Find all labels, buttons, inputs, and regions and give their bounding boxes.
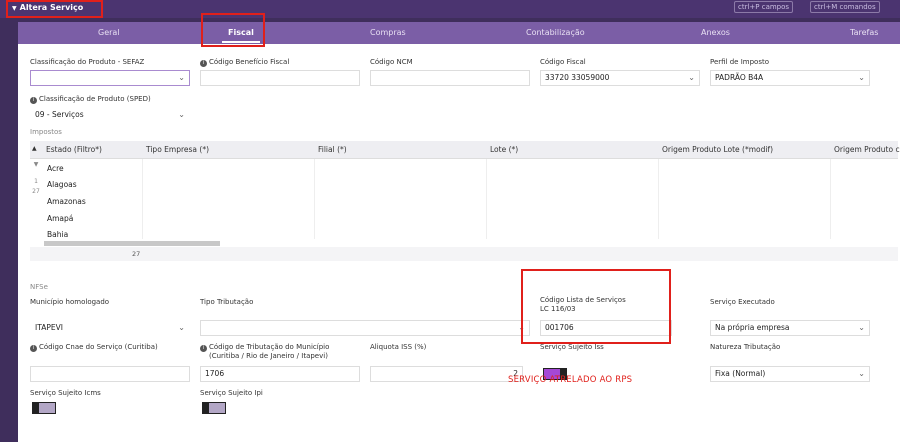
chevron-down-icon: ⌄ bbox=[178, 323, 185, 332]
grid-footer: 27 bbox=[30, 247, 898, 261]
row-number-top: 1 bbox=[34, 178, 38, 185]
chevron-down-icon: ⌄ bbox=[688, 73, 695, 82]
chevron-down-icon: ⌄ bbox=[178, 73, 185, 82]
classificacao-sefaz-label: Classificação do Produto - SEFAZ bbox=[30, 58, 145, 66]
grid-separator bbox=[658, 159, 659, 239]
app-window: ▼ Altera Serviço ctrl+P campos ctrl+M com… bbox=[0, 0, 900, 442]
codigo-tributacao-input[interactable]: 1706 bbox=[200, 366, 360, 382]
servico-sujeito-ipi-label: Serviço Sujeito Ipi bbox=[200, 389, 263, 397]
chevron-down-icon: ⌄ bbox=[858, 323, 865, 332]
column-origem-produto-lote[interactable]: Origem Produto Lote (*modif) bbox=[662, 145, 773, 154]
grid-row-count: 27 bbox=[132, 250, 141, 258]
sort-asc-icon[interactable]: ▲ bbox=[32, 145, 37, 152]
highlight-box-window-title bbox=[6, 0, 103, 18]
info-icon: i bbox=[30, 345, 37, 352]
municipio-select[interactable]: ITAPEVI ⌄ bbox=[30, 320, 190, 336]
servico-sujeito-icms-toggle[interactable] bbox=[32, 402, 56, 414]
column-estado[interactable]: Estado (Filtro*) bbox=[46, 145, 102, 154]
tab-tarefas[interactable]: Tarefas bbox=[850, 28, 878, 37]
highlight-box-fiscal-tab bbox=[201, 13, 265, 47]
grid-separator bbox=[314, 159, 315, 239]
classificacao-sefaz-select[interactable]: ⌄ bbox=[30, 70, 190, 86]
classificacao-sped-select[interactable]: 09 - Serviços ⌄ bbox=[30, 107, 190, 123]
classificacao-sped-label: i Classificação de Produto (SPED) bbox=[30, 95, 151, 104]
column-filial[interactable]: Filial (*) bbox=[318, 145, 347, 154]
codigo-tributacao-label: i Código de Tributação do Município (Curit… bbox=[200, 343, 329, 361]
servico-executado-label: Serviço Executado bbox=[710, 298, 775, 306]
chevron-down-icon: ⌄ bbox=[178, 110, 185, 119]
grid-separator bbox=[830, 159, 831, 239]
toggle-knob bbox=[39, 403, 55, 413]
shortcut-fields-hint: ctrl+P campos bbox=[734, 1, 794, 13]
scroll-up-icon[interactable]: ▼ bbox=[30, 161, 42, 168]
codigo-fiscal-select[interactable]: 33720 33059000 ⌄ bbox=[540, 70, 700, 86]
aliquota-iss-label: Aliquota ISS (%) bbox=[370, 343, 427, 351]
tab-contabilizacao[interactable]: Contabilização bbox=[526, 28, 585, 37]
servico-sujeito-iss-label: Serviço Sujeito Iss bbox=[540, 343, 604, 351]
tab-compras[interactable]: Compras bbox=[370, 28, 406, 37]
column-origem-produto[interactable]: Origem Produto c bbox=[834, 145, 900, 154]
municipio-label: Município homologado bbox=[30, 298, 110, 306]
impostos-section-label: Impostos bbox=[30, 128, 62, 136]
table-row[interactable]: Alagoas bbox=[47, 180, 77, 189]
aliquota-iss-input[interactable]: 2 bbox=[370, 366, 523, 382]
tab-geral[interactable]: Geral bbox=[98, 28, 120, 37]
perfil-imposto-label: Perfil de Imposto bbox=[710, 58, 769, 66]
grid-separator bbox=[486, 159, 487, 239]
codigo-fiscal-label: Código Fiscal bbox=[540, 58, 586, 66]
codigo-ncm-label: Código NCM bbox=[370, 58, 413, 66]
codigo-ncm-input[interactable] bbox=[370, 70, 530, 86]
grid-separator bbox=[142, 159, 143, 239]
tipo-tributacao-select[interactable]: ⌄ bbox=[200, 320, 530, 336]
shortcut-commands-hint: ctrl+M comandos bbox=[810, 1, 880, 13]
nfse-section-label: NFSe bbox=[30, 283, 48, 291]
window-title-bar: ▼ Altera Serviço ctrl+P campos ctrl+M com… bbox=[0, 0, 900, 18]
toggle-knob bbox=[209, 403, 225, 413]
perfil-imposto-select[interactable]: PADRÃO B4A ⌄ bbox=[710, 70, 870, 86]
codigo-beneficio-input[interactable] bbox=[200, 70, 360, 86]
servico-sujeito-ipi-toggle[interactable] bbox=[202, 402, 226, 414]
info-icon: i bbox=[200, 60, 207, 67]
row-number-bottom: 27 bbox=[32, 188, 40, 195]
column-lote[interactable]: Lote (*) bbox=[490, 145, 518, 154]
info-icon: i bbox=[200, 345, 207, 352]
annotation-note: SERVIÇO ATRELADO AO RPS bbox=[508, 375, 633, 385]
table-row[interactable]: Amazonas bbox=[47, 197, 86, 206]
fiscal-panel: Classificação do Produto - SEFAZ ⌄ i Códi… bbox=[18, 44, 900, 442]
tipo-tributacao-label: Tipo Tributação bbox=[200, 298, 254, 306]
horizontal-scrollbar[interactable] bbox=[44, 241, 220, 246]
servico-sujeito-icms-label: Serviço Sujeito Icms bbox=[30, 389, 101, 397]
highlight-box-codigo-lista bbox=[521, 269, 671, 344]
info-icon: i bbox=[30, 97, 37, 104]
table-row[interactable]: Acre bbox=[47, 164, 64, 173]
table-row[interactable]: Amapá bbox=[47, 214, 73, 223]
chevron-down-icon: ⌄ bbox=[858, 73, 865, 82]
codigo-cnae-label: i Código Cnae do Serviço (Curitiba) bbox=[30, 343, 158, 352]
table-row[interactable]: Bahia bbox=[47, 230, 68, 239]
chevron-down-icon: ⌄ bbox=[858, 369, 865, 378]
grid-header: ▲ Estado (Filtro*) Tipo Empresa (*) Fili… bbox=[30, 141, 900, 159]
servico-executado-select[interactable]: Na própria empresa ⌄ bbox=[710, 320, 870, 336]
codigo-beneficio-label: i Código Benefício Fiscal bbox=[200, 58, 289, 67]
natureza-tributacao-select[interactable]: Fixa (Normal) ⌄ bbox=[710, 366, 870, 382]
natureza-tributacao-label: Natureza Tributação bbox=[710, 343, 781, 351]
column-tipo-empresa[interactable]: Tipo Empresa (*) bbox=[146, 145, 209, 154]
impostos-grid: ▲ Estado (Filtro*) Tipo Empresa (*) Fili… bbox=[30, 141, 900, 301]
tab-bar: Geral Fiscal Compras Contabilização Anex… bbox=[18, 22, 900, 44]
codigo-cnae-input[interactable] bbox=[30, 366, 190, 382]
tab-anexos[interactable]: Anexos bbox=[701, 28, 730, 37]
